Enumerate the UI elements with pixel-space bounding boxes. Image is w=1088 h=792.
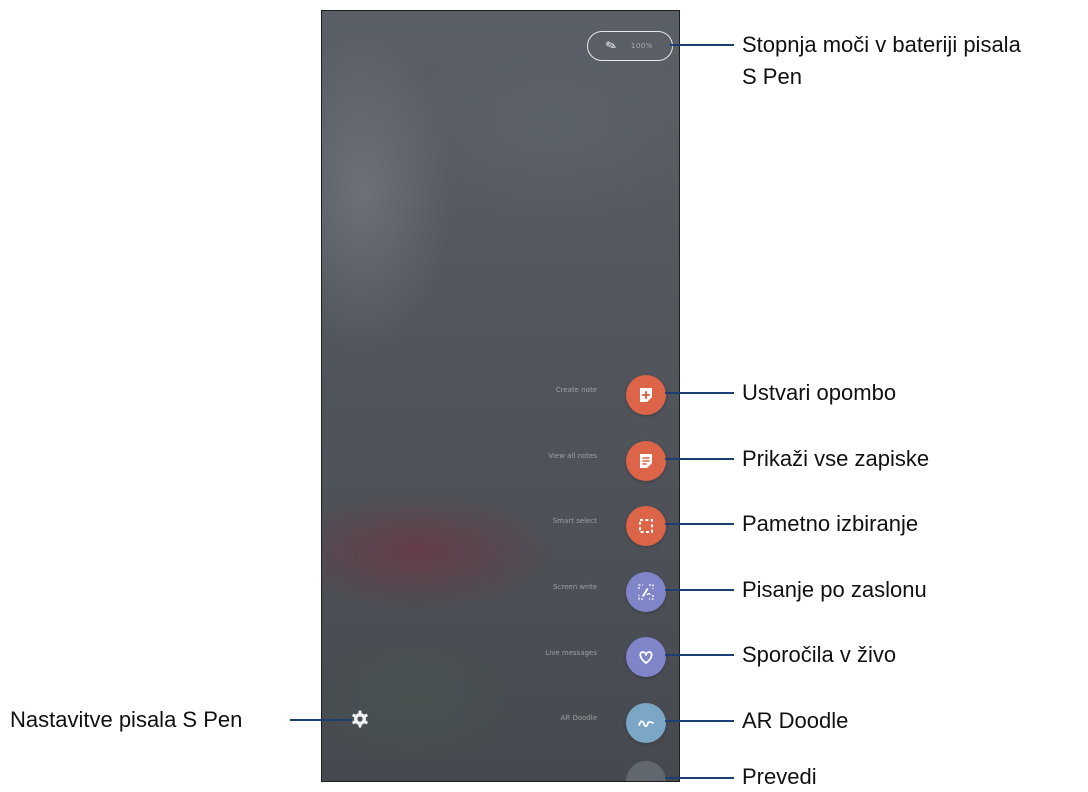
settings-callout: Nastavitve pisala S Pen [10,707,243,732]
view-notes-leader [665,458,734,460]
pen-icon: ✎ [603,37,620,55]
view-notes-label: View all notes [548,452,597,460]
screen-write-label: Screen write [553,583,597,591]
settings-leader [290,719,352,721]
live-messages-label: Live messages [545,649,597,657]
create-note-button[interactable] [626,375,666,415]
smart-select-leader [665,523,734,525]
ar-doodle-label: AR Doodle [560,714,597,722]
gear-icon[interactable] [350,709,370,729]
live-messages-button[interactable] [626,637,666,677]
create-note-leader [665,392,734,394]
screen-write-icon [638,584,654,600]
ar-doodle-callout: AR Doodle [742,708,849,733]
smart-select-button[interactable] [626,506,666,546]
smart-select-callout: Pametno izbiranje [742,511,919,536]
battery-callout-line2: S Pen [742,64,802,89]
live-messages-leader [665,654,734,656]
heart-icon [639,651,653,664]
ar-doodle-leader [665,720,734,722]
screen-write-callout: Pisanje po zaslonu [742,577,927,602]
air-command-screen: ✎ 100% Create note View all notes Smart … [321,10,680,782]
ar-doodle-button[interactable] [626,703,666,743]
doodle-icon [638,720,654,728]
pen-battery-indicator: ✎ 100% [587,31,673,61]
screen-write-button[interactable] [626,572,666,612]
view-all-notes-button[interactable] [626,441,666,481]
translate-callout: Prevedi [742,764,817,789]
create-note-label: Create note [555,386,597,394]
notes-icon [640,454,652,468]
create-note-callout: Ustvari opombo [742,380,897,405]
battery-leader [670,44,734,46]
battery-callout-line1: Stopnja moči v bateriji pisala [742,32,1021,57]
create-note-icon [640,388,652,402]
live-messages-callout: Sporočila v živo [742,642,897,667]
translate-button[interactable] [626,761,666,781]
battery-level: 100% [630,42,653,50]
view-notes-callout: Prikaži vse zapiske [742,446,930,471]
translate-leader [665,777,734,779]
smart-select-label: Smart select [552,517,597,525]
screen-write-leader [665,589,734,591]
smart-select-icon [639,519,653,533]
